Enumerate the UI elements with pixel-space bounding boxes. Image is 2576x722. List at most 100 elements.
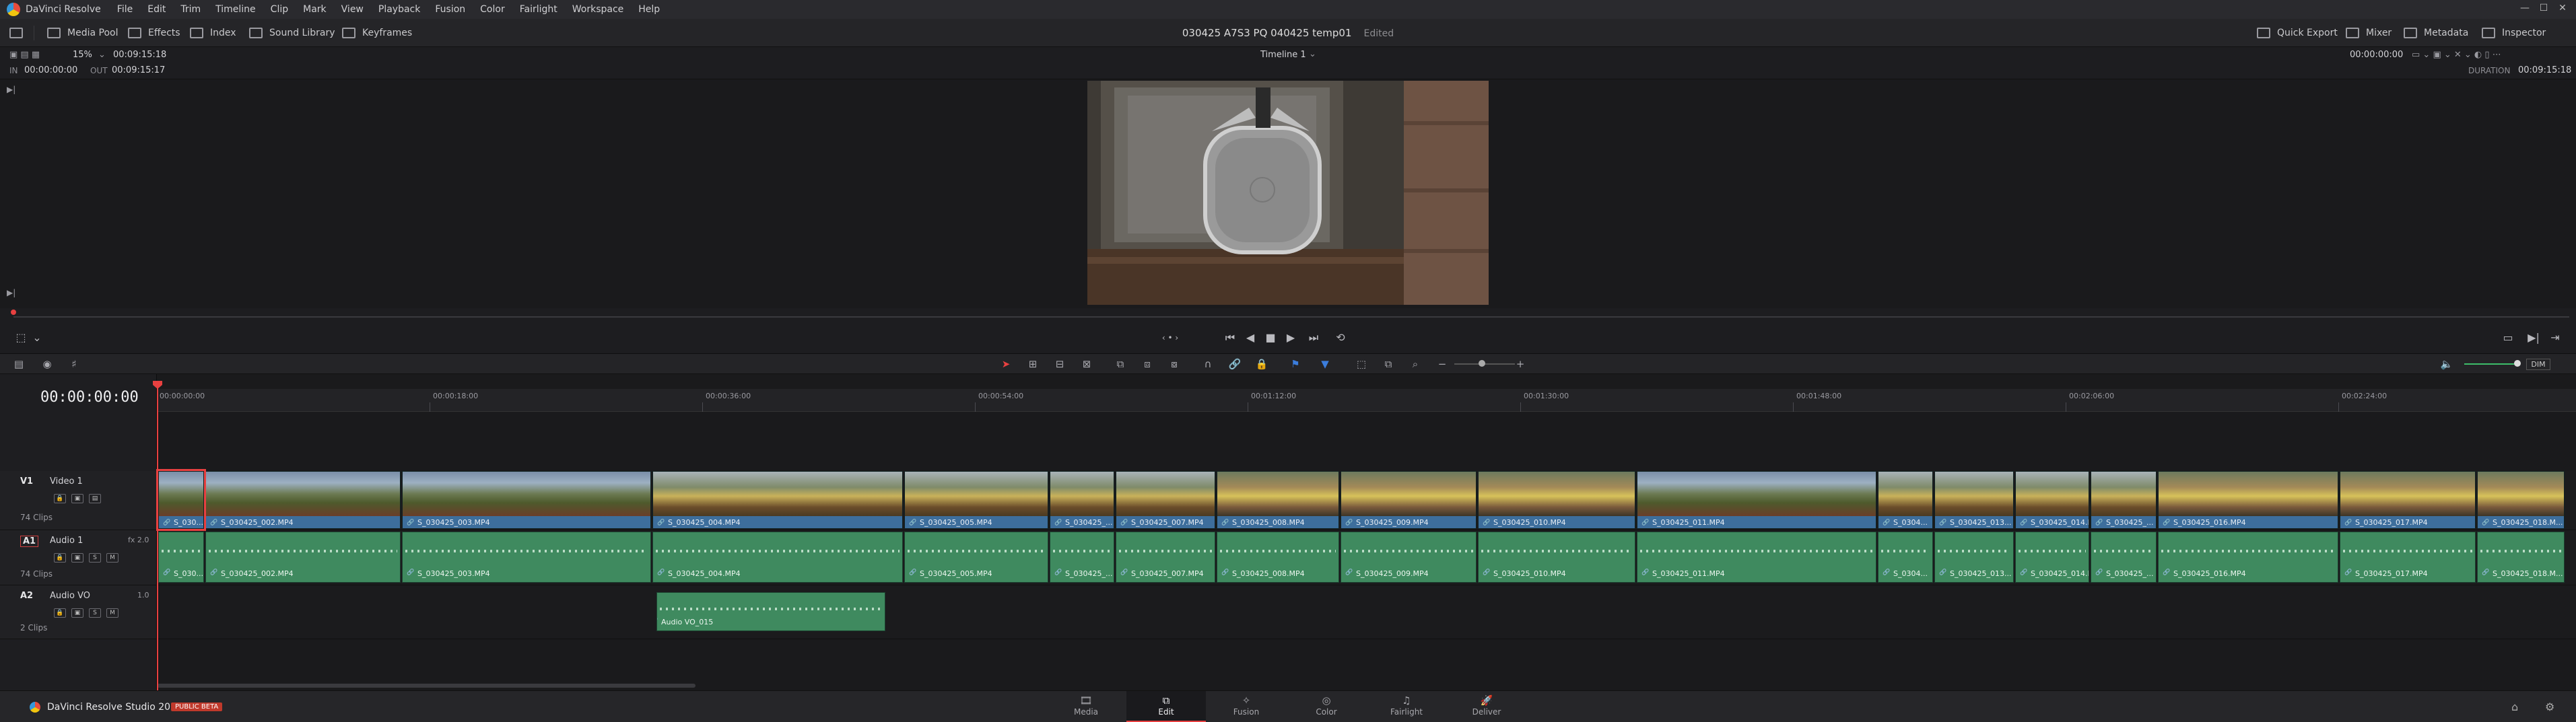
zoom-in-icon[interactable]: +: [1512, 358, 1528, 370]
video-clip[interactable]: S_030425_...: [1050, 471, 1114, 529]
menu-clip[interactable]: Clip: [271, 4, 288, 15]
menu-fusion[interactable]: Fusion: [435, 4, 465, 15]
viewer[interactable]: ▶| ▶|: [0, 79, 2576, 308]
maximize-icon[interactable]: ☐: [2534, 3, 2553, 16]
scrubber-handle[interactable]: [11, 310, 16, 315]
reverse-play-icon[interactable]: ◀: [1243, 331, 1258, 345]
audio-clip[interactable]: S_030425_003.MP4: [402, 532, 651, 583]
page-tab-edit[interactable]: ⧉ Edit: [1126, 691, 1206, 722]
stop-icon[interactable]: ■: [1263, 331, 1278, 345]
jog-control-icon[interactable]: ‹ • ›: [1157, 331, 1184, 345]
video-clip[interactable]: S_030425_013...: [1934, 471, 2014, 529]
menu-timeline[interactable]: Timeline: [215, 4, 256, 15]
marker-icon[interactable]: ▼: [1317, 358, 1333, 370]
zoom-select[interactable]: 15%: [73, 50, 92, 60]
snapping-icon[interactable]: ∩: [1200, 358, 1216, 370]
audio-clip[interactable]: S_030425_...: [1050, 532, 1114, 583]
track-header-a2[interactable]: A2 Audio VO 1.0 🔒 ▣ S M 2 Clips: [0, 585, 157, 639]
lock-track-icon[interactable]: 🔒: [54, 553, 66, 563]
page-tab-deliver[interactable]: 🚀 Deliver: [1447, 691, 1526, 722]
home-icon[interactable]: ⌂: [2511, 700, 2518, 713]
replace-clip-icon[interactable]: ⧇: [1166, 358, 1182, 370]
video-clip[interactable]: S_030425_014.M...: [2015, 471, 2089, 529]
insert-clip-icon[interactable]: ⧉: [1112, 358, 1128, 370]
video-clip[interactable]: S_0304...: [1878, 471, 1933, 529]
menu-fairlight[interactable]: Fairlight: [520, 4, 557, 15]
mute-icon[interactable]: M: [106, 608, 118, 618]
audio-clip[interactable]: S_030425_005.MP4: [904, 532, 1048, 583]
track-visibility-icon[interactable]: ▤: [89, 494, 101, 503]
position-lock-icon[interactable]: 🔒: [1254, 358, 1270, 370]
audio-clip[interactable]: S_0304...: [1878, 532, 1933, 583]
go-to-end-icon[interactable]: ▶|: [7, 288, 15, 297]
viewer-layout-icon[interactable]: ▣ ▤ ▦: [9, 50, 40, 60]
zoom-out-icon[interactable]: −: [1434, 358, 1450, 370]
speaker-icon[interactable]: 🔈: [2439, 358, 2455, 370]
audio-clip[interactable]: S_030425_007.MP4: [1116, 532, 1215, 583]
video-clip[interactable]: S_030425_007.MP4: [1116, 471, 1215, 529]
audio-clip[interactable]: S_030425_010.MP4: [1478, 532, 1635, 583]
video-clip[interactable]: S_030425_005.MP4: [904, 471, 1048, 529]
audio-meter-icon[interactable]: ◉: [39, 358, 55, 370]
gear-icon[interactable]: ⚙: [2545, 700, 2554, 713]
inspector-button[interactable]: Inspector: [2482, 24, 2546, 42]
page-tab-fusion[interactable]: ✧ Fusion: [1207, 691, 1286, 722]
timeline-scrollbar[interactable]: [157, 684, 696, 688]
media-pool-button[interactable]: Media Pool: [47, 24, 118, 42]
video-clip[interactable]: S_030425_...: [2091, 471, 2157, 529]
menu-trim[interactable]: Trim: [180, 4, 201, 15]
trim-tool-icon[interactable]: ⊞: [1025, 358, 1041, 370]
selection-tool-icon[interactable]: ➤: [998, 358, 1014, 370]
track-id[interactable]: A1: [20, 536, 39, 547]
panel-toggle-icon[interactable]: [9, 24, 23, 42]
track-lane-a2[interactable]: Audio VO_015: [157, 585, 2576, 639]
lock-track-icon[interactable]: 🔒: [54, 608, 66, 618]
page-tab-media[interactable]: 🎞 Media: [1046, 691, 1126, 722]
track-level[interactable]: 1.0: [137, 591, 149, 600]
audio-clip[interactable]: S_030425_002.MP4: [205, 532, 401, 583]
marker-pin-icon[interactable]: ♯: [66, 358, 82, 370]
volume-handle[interactable]: [2514, 360, 2521, 367]
track-header-v1[interactable]: V1 Video 1 🔒 ▣ ▤ 74 Clips: [0, 471, 157, 530]
sound-library-button[interactable]: Sound Library: [249, 24, 335, 42]
close-icon[interactable]: ✕: [2553, 3, 2572, 16]
menu-workspace[interactable]: Workspace: [572, 4, 624, 15]
audio-clip[interactable]: S_030425_017.MP4: [2340, 532, 2476, 583]
minimize-icon[interactable]: —: [2515, 3, 2534, 16]
video-clip[interactable]: S_030425_003.MP4: [402, 471, 651, 529]
safe-area-icon[interactable]: ⬚: [13, 331, 28, 345]
video-clip[interactable]: S_030425_009.MP4: [1341, 471, 1477, 529]
linked-selection-icon[interactable]: 🔗: [1227, 358, 1243, 370]
chevron-down-icon[interactable]: ⌄: [30, 331, 44, 345]
metadata-button[interactable]: Metadata: [2404, 24, 2468, 42]
track-lane-v1[interactable]: S_030... S_030425_002.MP4 S_030425_003.M…: [156, 469, 2576, 531]
quick-export-button[interactable]: Quick Export: [2257, 24, 2338, 42]
audio-clip[interactable]: S_030425_011.MP4: [1637, 532, 1876, 583]
page-tab-color[interactable]: ◎ Color: [1287, 691, 1366, 722]
audio-clip[interactable]: S_030425_008.MP4: [1217, 532, 1339, 583]
volume-slider[interactable]: [2464, 363, 2518, 365]
audio-clip[interactable]: S_030425_...: [2091, 532, 2157, 583]
audio-clip[interactable]: S_030425_018.M...: [2477, 532, 2565, 583]
audio-clip[interactable]: S_030425_016.MP4: [2158, 532, 2338, 583]
track-name[interactable]: Video 1: [50, 476, 83, 486]
video-clip[interactable]: S_030425_010.MP4: [1478, 471, 1635, 529]
detail-zoom-icon[interactable]: ⧉: [1380, 358, 1396, 370]
flag-icon[interactable]: ⚑: [1287, 358, 1303, 370]
match-frame-icon[interactable]: ▶|: [2526, 331, 2541, 345]
voiceover-clip[interactable]: Audio VO_015: [656, 592, 885, 631]
playhead[interactable]: [157, 381, 158, 690]
chevron-down-icon[interactable]: ⌄: [1309, 49, 1316, 59]
viewer-options-icon[interactable]: ▭ ⌄ ▣ ⌄ ✕ ⌄ ◐ ▯ ⋯: [2412, 50, 2501, 60]
timeline-ruler[interactable]: 00:00:00:00 00:00:18:00 00:00:36:00 00:0…: [157, 389, 2576, 412]
loop-icon[interactable]: ⟲: [1333, 331, 1348, 345]
timeline-empty-area[interactable]: [157, 639, 2576, 690]
index-button[interactable]: Index: [190, 24, 236, 42]
video-clip[interactable]: S_030425_008.MP4: [1217, 471, 1339, 529]
auto-select-icon[interactable]: ▣: [71, 494, 83, 503]
audio-clip[interactable]: S_030425_009.MP4: [1341, 532, 1477, 583]
timeline-ruler-area[interactable]: 00:00:00:00 00:00:18:00 00:00:36:00 00:0…: [157, 374, 2576, 480]
menu-color[interactable]: Color: [480, 4, 505, 15]
video-clip[interactable]: S_030425_016.MP4: [2158, 471, 2338, 529]
page-tab-fairlight[interactable]: ♫ Fairlight: [1367, 691, 1446, 722]
